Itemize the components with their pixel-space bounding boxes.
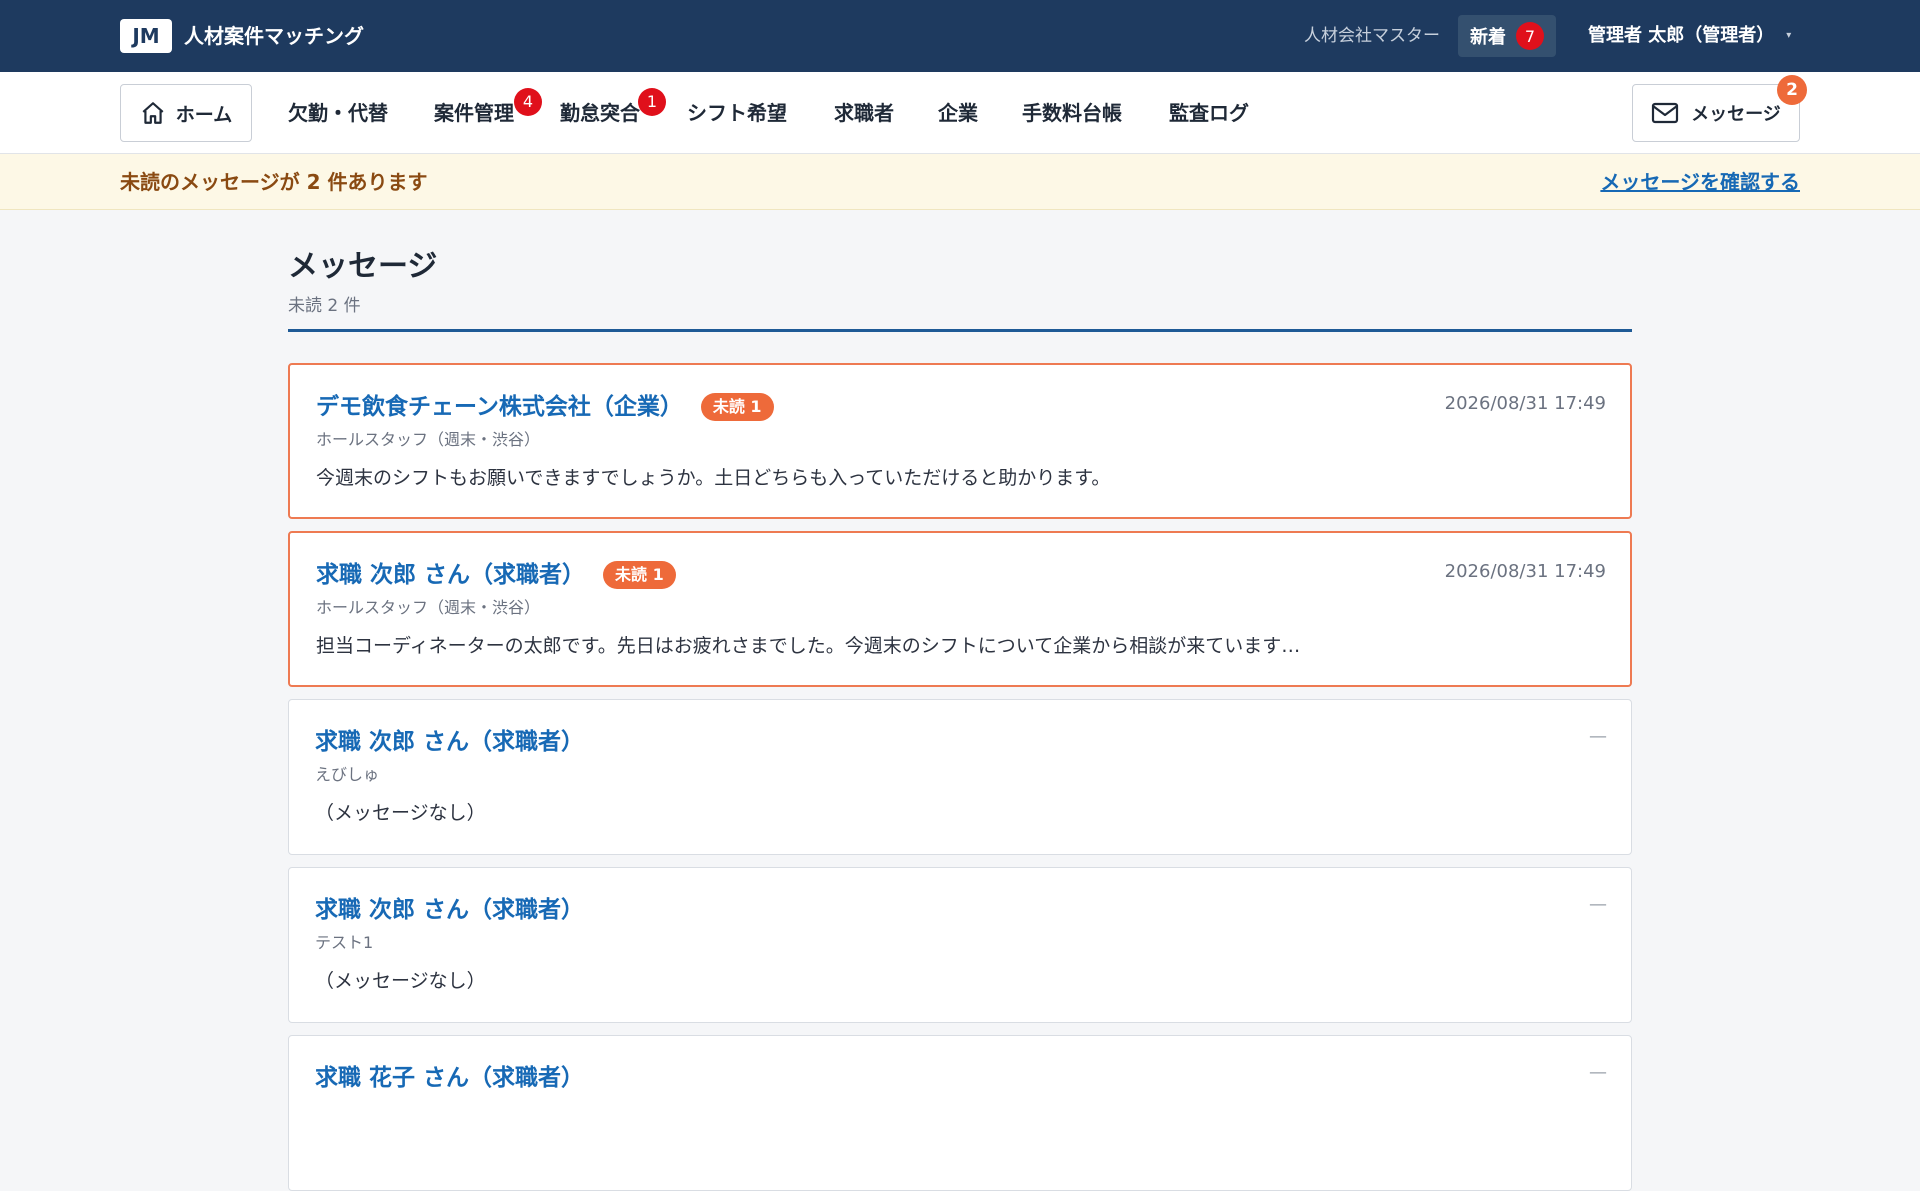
thread-preview: 今週末のシフトもお願いできますでしょうか。土日どちらも入っていただけると助かりま… — [316, 467, 1111, 489]
nav-item-shift[interactable]: シフト希望 — [687, 96, 787, 130]
message-thread-card[interactable]: 求職 花子 さん（求職者） — — [288, 1035, 1632, 1191]
nav-item-projects[interactable]: 案件管理 4 — [434, 88, 542, 130]
thread-title[interactable]: 求職 次郎 さん（求職者） — [315, 726, 584, 758]
nav-item-label: 勤怠突合 — [560, 101, 640, 125]
page-subtitle: 未読 2 件 — [288, 296, 361, 316]
nav-home-label: ホーム — [175, 103, 233, 126]
user-name: 管理者 太郎（管理者） — [1588, 25, 1775, 46]
thread-subtitle: テスト1 — [315, 933, 374, 952]
nav-item-attendance[interactable]: 勤怠突合 1 — [560, 88, 666, 130]
check-messages-link[interactable]: メッセージを確認する — [1600, 169, 1800, 195]
messages-button[interactable]: メッセージ 2 — [1632, 75, 1807, 142]
new-notifications-button[interactable]: 新着 7 — [1458, 15, 1556, 57]
nav-item-label: シフト希望 — [687, 101, 787, 125]
user-menu[interactable]: 管理者 太郎（管理者） ▾ — [1588, 24, 1791, 48]
thread-title[interactable]: 求職 次郎 さん（求職者） 未読 1 — [316, 559, 676, 591]
nav-item-absence[interactable]: 欠勤・代替 — [288, 96, 388, 130]
nav-item-label: 監査ログ — [1169, 101, 1249, 125]
thread-timestamp: 2026/08/31 17:49 — [1444, 561, 1606, 582]
thread-timestamp: — — [1589, 1062, 1607, 1083]
nav-item-fees[interactable]: 手数料台帳 — [1022, 96, 1122, 130]
thread-title-text: デモ飲食チェーン株式会社（企業） — [316, 394, 683, 420]
unread-notice-banner: 未読のメッセージが 2 件あります メッセージを確認する — [0, 154, 1920, 210]
messages-count-badge: 2 — [1777, 75, 1807, 105]
main-nav: ホーム 欠勤・代替 案件管理 4 勤怠突合 1 シフト希望 求職者 企業 手数料… — [0, 72, 1920, 154]
thread-title-text: 求職 次郎 さん（求職者） — [315, 729, 585, 755]
new-notifications-count-badge: 7 — [1516, 22, 1544, 50]
message-thread-card[interactable]: 求職 次郎 さん（求職者） えびしゅ （メッセージなし） — — [288, 699, 1632, 855]
messages-button-label: メッセージ — [1691, 104, 1781, 125]
thread-title[interactable]: 求職 花子 さん（求職者） — [315, 1062, 584, 1094]
nav-badge-projects: 4 — [514, 88, 542, 116]
nav-home-button[interactable]: ホーム — [120, 84, 252, 142]
nav-item-audit-log[interactable]: 監査ログ — [1169, 96, 1249, 130]
unread-badge: 未読 1 — [700, 393, 774, 421]
thread-subtitle: ホールスタッフ（週末・渋谷） — [316, 598, 541, 617]
nav-item-jobseekers[interactable]: 求職者 — [834, 96, 894, 130]
app-name[interactable]: 人材案件マッチング — [184, 22, 364, 50]
thread-preview: 担当コーディネーターの太郎です。先日はお疲れさまでした。今週末のシフトについて企… — [316, 635, 1301, 657]
unread-badge: 未読 1 — [603, 561, 676, 589]
thread-title[interactable]: デモ飲食チェーン株式会社（企業） 未読 1 — [316, 391, 774, 423]
thread-preview: （メッセージなし） — [315, 802, 486, 824]
page-title: メッセージ — [288, 249, 438, 284]
new-notifications-label: 新着 — [1470, 27, 1506, 48]
mail-icon — [1652, 102, 1679, 124]
thread-preview: （メッセージなし） — [315, 970, 486, 992]
nav-item-label: 欠勤・代替 — [288, 101, 388, 125]
nav-badge-attendance: 1 — [638, 88, 666, 116]
company-name: 人材会社マスター — [1304, 26, 1440, 46]
nav-item-companies[interactable]: 企業 — [938, 96, 978, 130]
thread-title-text: 求職 次郎 さん（求職者） — [316, 562, 586, 588]
nav-item-label: 案件管理 — [434, 101, 514, 125]
message-thread-card[interactable]: 求職 次郎 さん（求職者） テスト1 （メッセージなし） — — [288, 867, 1632, 1023]
thread-subtitle: えびしゅ — [315, 765, 380, 784]
top-header: JM 人材案件マッチング 人材会社マスター 新着 7 管理者 太郎（管理者） ▾ — [0, 0, 1920, 72]
thread-title[interactable]: 求職 次郎 さん（求職者） — [315, 894, 584, 926]
title-divider — [288, 329, 1632, 332]
thread-timestamp: 2026/08/31 17:49 — [1444, 393, 1606, 414]
message-thread-card[interactable]: 求職 次郎 さん（求職者） 未読 1 ホールスタッフ（週末・渋谷） 担当コーディ… — [288, 531, 1632, 687]
app-logo[interactable]: JM — [120, 19, 172, 53]
home-icon — [142, 102, 164, 124]
thread-timestamp: — — [1589, 894, 1607, 915]
thread-timestamp: — — [1589, 726, 1607, 747]
nav-item-label: 求職者 — [834, 101, 894, 125]
thread-title-text: 求職 花子 さん（求職者） — [315, 1065, 585, 1091]
nav-item-label: 手数料台帳 — [1022, 101, 1122, 125]
message-thread-card[interactable]: デモ飲食チェーン株式会社（企業） 未読 1 ホールスタッフ（週末・渋谷） 今週末… — [288, 363, 1632, 519]
thread-subtitle: ホールスタッフ（週末・渋谷） — [316, 430, 541, 449]
nav-item-label: 企業 — [938, 101, 978, 125]
chevron-down-icon: ▾ — [1786, 30, 1792, 41]
unread-notice-text: 未読のメッセージが 2 件あります — [120, 170, 428, 194]
thread-title-text: 求職 次郎 さん（求職者） — [315, 897, 585, 923]
